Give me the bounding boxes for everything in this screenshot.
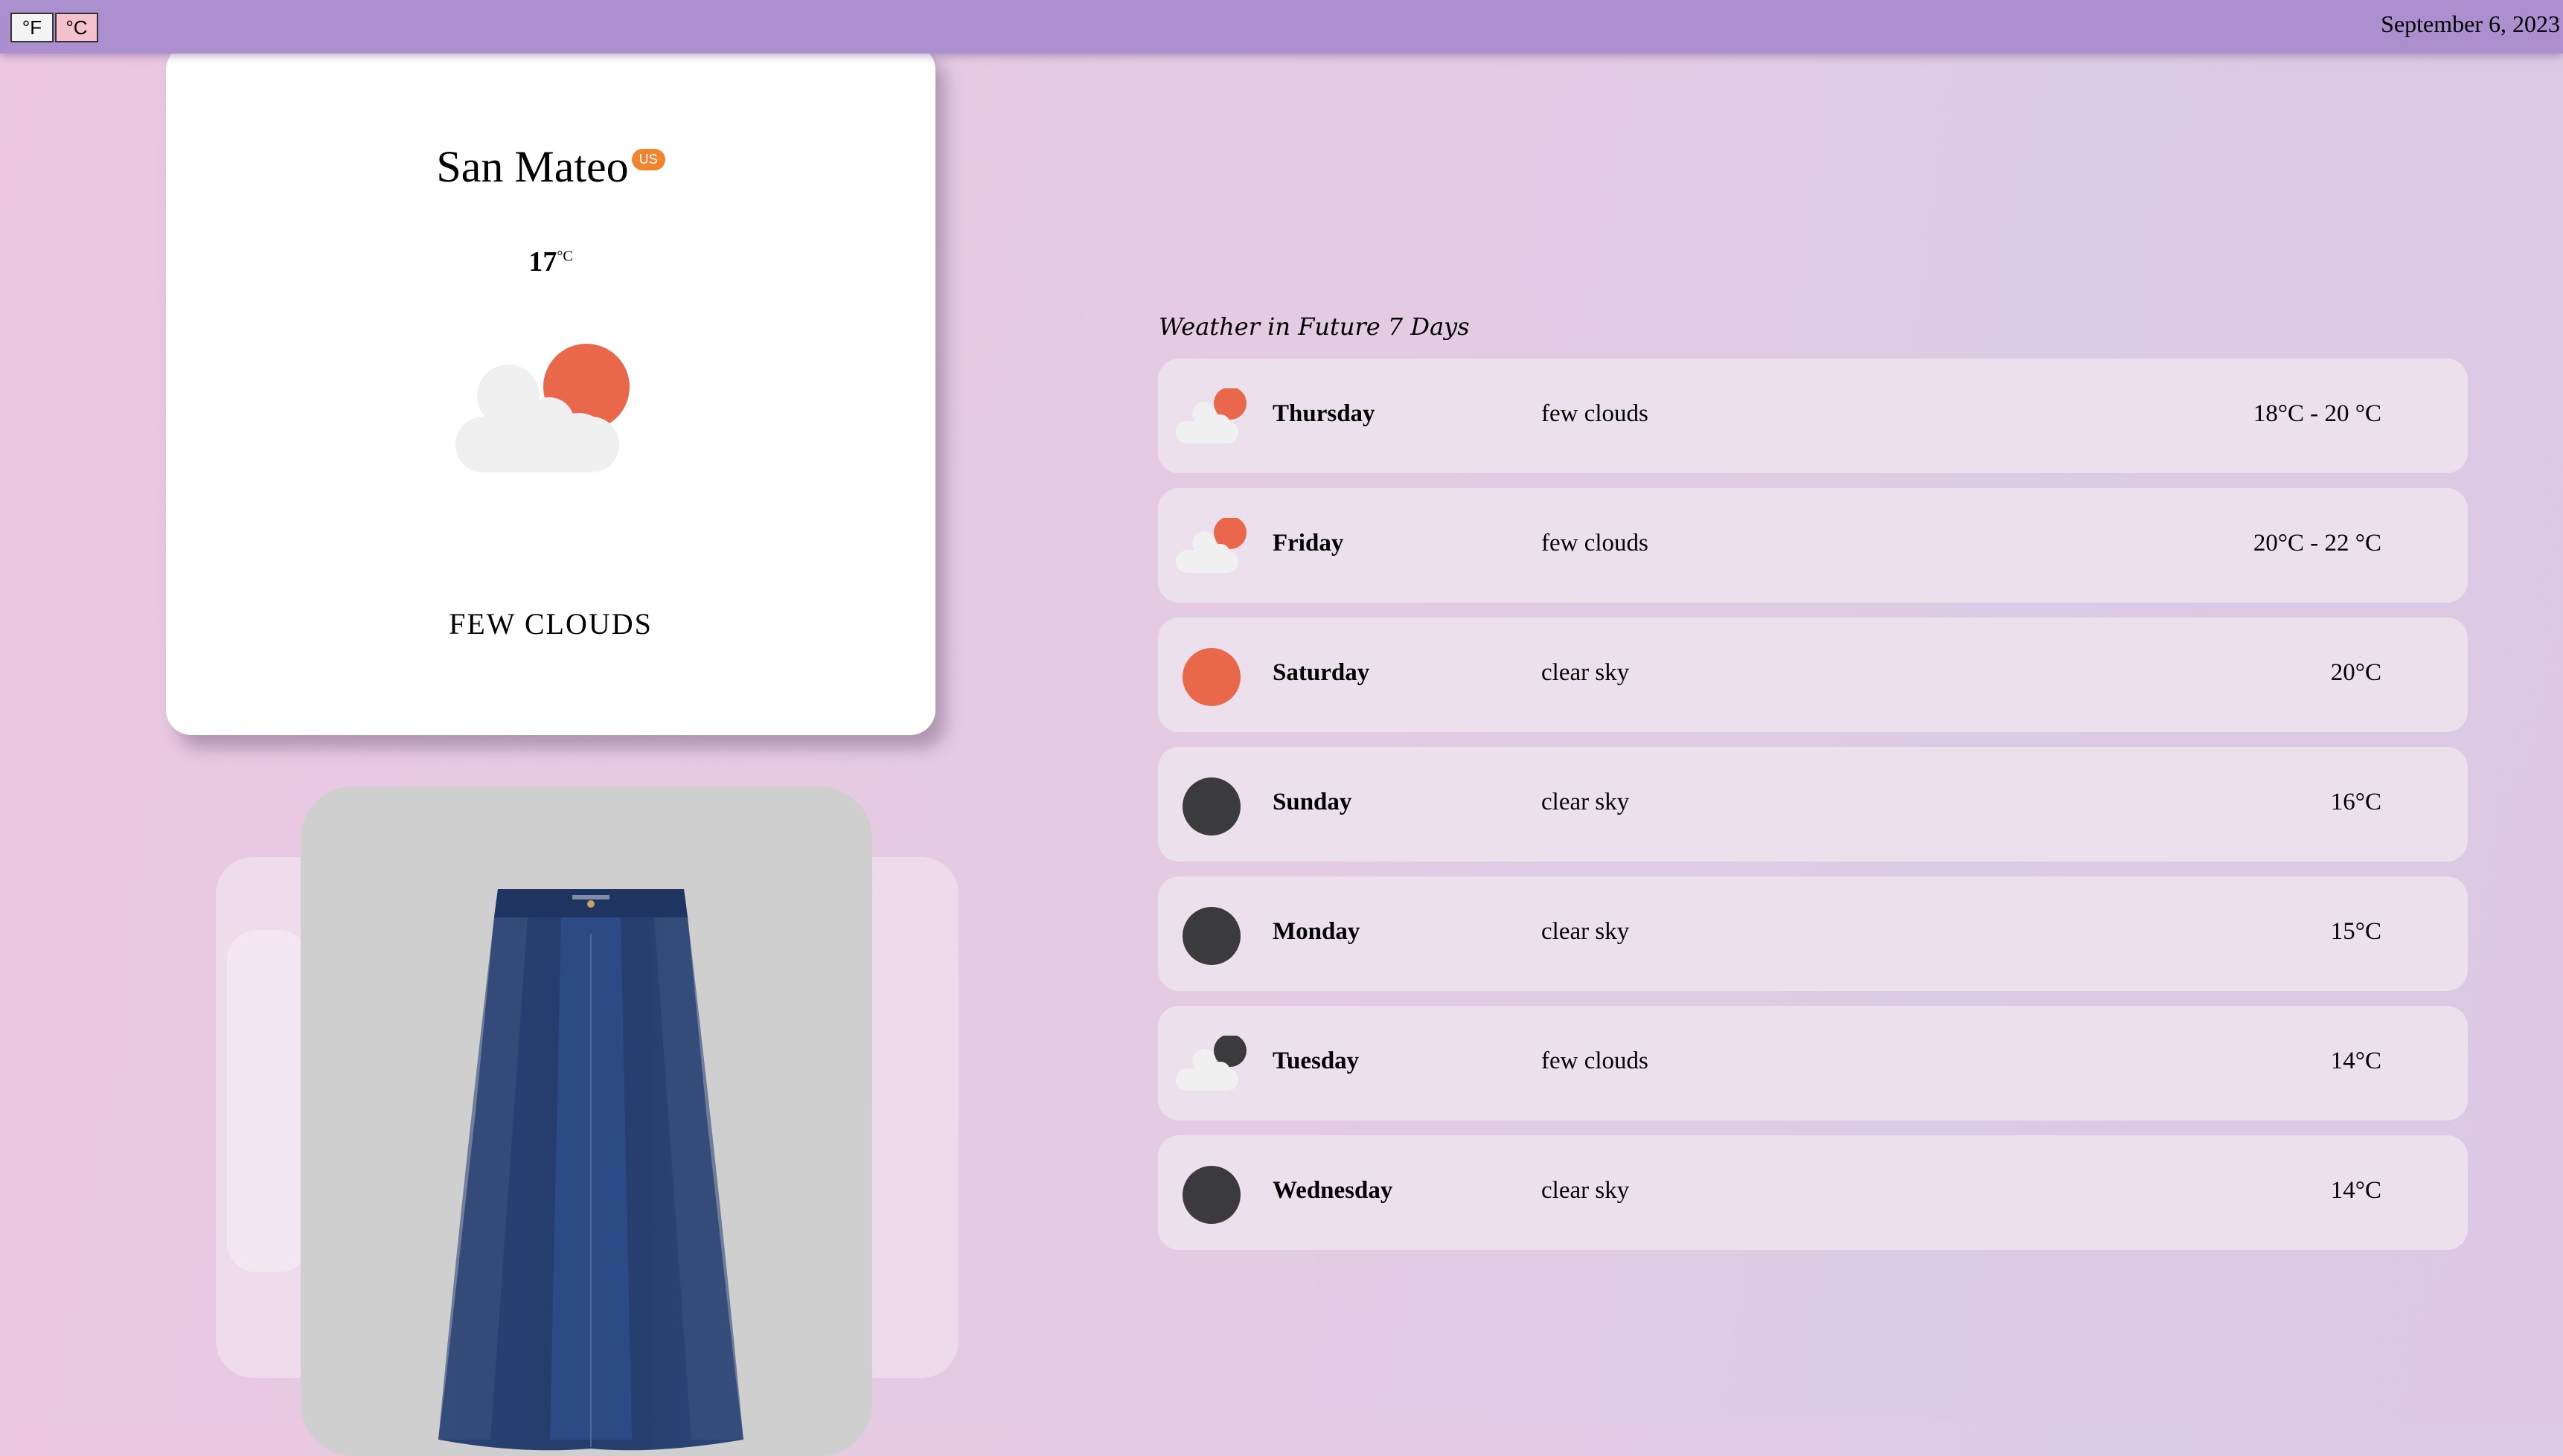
forecast-description: clear sky — [1541, 789, 1630, 815]
forecast-row-tuesday: Tuesday few clouds 14°C — [1158, 1006, 2468, 1120]
forecast-row-friday: Friday few clouds 20°C - 22 °C — [1158, 488, 2468, 603]
forecast-description: clear sky — [1541, 659, 1630, 686]
forecast-row-monday: Monday clear sky 15°C — [1158, 876, 2468, 991]
forecast-temperature: 20°C - 22 °C — [2253, 530, 2381, 557]
forecast-description: clear sky — [1541, 1177, 1630, 1204]
location-line: San Mateo US — [166, 141, 935, 193]
city-name: San Mateo — [436, 142, 629, 191]
forecast-temperature: 15°C — [2330, 918, 2381, 945]
few-clouds-day-icon — [455, 344, 630, 472]
forecast-day: Saturday — [1273, 659, 1370, 686]
current-weather-card: San Mateo US 17°C FEW CLOUDS — [166, 45, 935, 735]
denim-skirt-image — [438, 889, 743, 1451]
current-condition: FEW CLOUDS — [449, 607, 653, 641]
clear-night-icon — [1183, 777, 1241, 836]
forecast-description: clear sky — [1541, 918, 1630, 945]
current-date: September 6, 2023 — [2381, 10, 2560, 37]
clear-night-icon — [1183, 907, 1241, 965]
forecast-day: Thursday — [1273, 400, 1375, 427]
fahrenheit-button[interactable]: °F — [10, 13, 54, 42]
forecast-temperature: 20°C — [2330, 659, 2381, 686]
forecast-description: few clouds — [1541, 1048, 1648, 1074]
forecast-description: few clouds — [1541, 530, 1648, 557]
forecast-day: Sunday — [1273, 789, 1352, 815]
top-bar: °F °C September 6, 2023 — [0, 0, 2563, 54]
forecast-day: Wednesday — [1273, 1177, 1393, 1204]
shirt-image — [227, 930, 309, 1272]
country-badge: US — [631, 149, 665, 170]
outfit-card-front[interactable] — [301, 786, 872, 1456]
forecast-temperature: 18°C - 20 °C — [2253, 400, 2381, 427]
forecast-row-wednesday: Wednesday clear sky 14°C — [1158, 1135, 2468, 1250]
forecast-row-sunday: Sunday clear sky 16°C — [1158, 747, 2468, 862]
clear-night-icon — [1183, 1166, 1241, 1224]
forecast-day: Friday — [1273, 530, 1344, 557]
forecast-day: Monday — [1273, 918, 1360, 945]
forecast-list: Thursday few clouds 18°C - 20 °C Friday … — [1158, 359, 2468, 1265]
clear-day-icon — [1183, 648, 1241, 706]
few-clouds-day-icon — [1176, 388, 1247, 443]
forecast-title: Weather in Future 7 Days — [1159, 312, 1470, 341]
forecast-temperature: 14°C — [2330, 1048, 2381, 1074]
few-clouds-night-icon — [1176, 1036, 1247, 1091]
current-temperature: 17°C — [166, 246, 935, 278]
temperature-unit: °C — [557, 248, 573, 265]
forecast-description: few clouds — [1541, 400, 1648, 427]
forecast-day: Tuesday — [1273, 1048, 1360, 1074]
forecast-row-thursday: Thursday few clouds 18°C - 20 °C — [1158, 359, 2468, 473]
forecast-row-saturday: Saturday clear sky 20°C — [1158, 618, 2468, 732]
forecast-temperature: 16°C — [2330, 789, 2381, 815]
few-clouds-day-icon — [1176, 518, 1247, 573]
celsius-button[interactable]: °C — [55, 13, 98, 42]
forecast-temperature: 14°C — [2330, 1177, 2381, 1204]
temperature-value: 17 — [528, 246, 557, 278]
